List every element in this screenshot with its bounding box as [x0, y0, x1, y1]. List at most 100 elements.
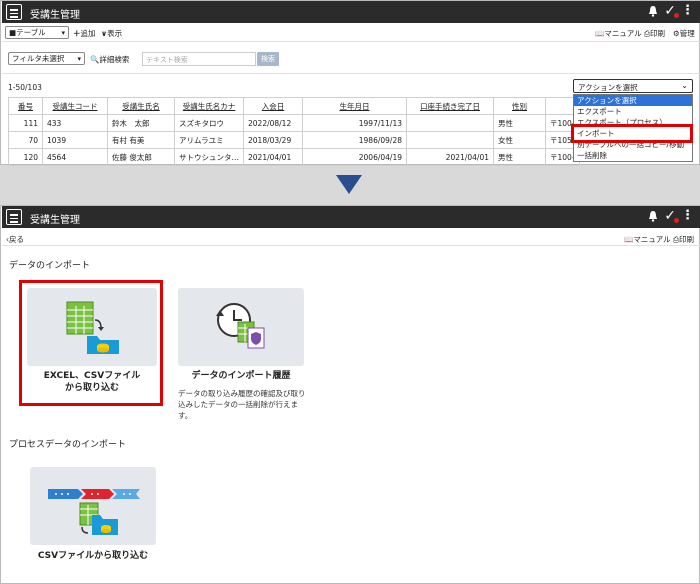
- manual-link[interactable]: 📖マニュアル: [595, 28, 642, 39]
- column-header[interactable]: 性別: [493, 97, 546, 115]
- back-button[interactable]: ‹戻る: [6, 234, 24, 245]
- card-image: [30, 467, 156, 545]
- hamburger-icon[interactable]: [6, 209, 22, 225]
- manual-label: マニュアル: [604, 29, 642, 38]
- advanced-search-label: 詳細検索: [99, 55, 130, 64]
- table-cell: [406, 114, 494, 132]
- records-table: 番号 受講生コード 受講生氏名 受講生氏名カナ 入会日 生年月日 口座手続き完了…: [8, 97, 580, 166]
- add-button[interactable]: ＋追加: [73, 28, 96, 39]
- advanced-search-button[interactable]: 🔍詳細検索: [90, 54, 129, 65]
- show-button[interactable]: ∨表示: [101, 28, 122, 39]
- table-cell: 有村 有美: [107, 131, 175, 149]
- table-cell: スズキタロウ: [174, 114, 244, 132]
- filter-select[interactable]: フィルタ未選択 ▾: [8, 52, 85, 65]
- card-description-line2: 込みしたデータの一括削除が行えま: [178, 400, 298, 409]
- table-cell: 2021/04/01: [406, 148, 494, 166]
- column-header[interactable]: 入会日: [243, 97, 303, 115]
- step-arrow: [336, 175, 362, 194]
- notification-dot: [674, 218, 679, 223]
- csv-process-import-icon: [48, 489, 140, 535]
- app-header: 受講生管理 ✓ ⋮: [2, 1, 700, 23]
- app-title: 受講生管理: [30, 215, 80, 226]
- table-row[interactable]: 111 433 鈴木 太郎 スズキタロウ 2022/08/12 1997/11/…: [8, 114, 580, 132]
- table-cell: 男性: [493, 114, 546, 132]
- table-row[interactable]: 70 1039 有村 有美 アリムラユミ 2018/03/29 1986/09/…: [8, 131, 580, 149]
- chevron-down-icon: ▾: [61, 29, 65, 37]
- print-label: 印刷: [679, 235, 694, 244]
- column-header[interactable]: 番号: [8, 97, 43, 115]
- action-select[interactable]: アクションを選択 ⌄: [573, 79, 693, 93]
- print-link[interactable]: ⎙印刷: [673, 234, 694, 245]
- table-cell: 女性: [493, 131, 546, 149]
- view-select[interactable]: ■テーブル ▾: [5, 26, 69, 39]
- show-label: 表示: [107, 29, 123, 38]
- excel-card-highlight: [19, 280, 163, 406]
- import-panel: 受講生管理 ✓ ⋮ ‹戻る 📖マニュアル ⎙印刷 データのインポート EXCEL…: [0, 205, 700, 584]
- chevron-down-icon: ▾: [77, 55, 81, 63]
- table-cell: 2022/08/12: [243, 114, 303, 132]
- back-label: 戻る: [9, 235, 24, 244]
- table-toolbar: ■テーブル ▾ ＋追加 ∨表示 📖マニュアル ⎙印刷 ⚙管理: [2, 24, 700, 42]
- admin-label: 管理: [679, 29, 695, 38]
- chevron-down-icon: ⌄: [681, 81, 688, 90]
- table-cell: 433: [42, 114, 108, 132]
- kebab-icon[interactable]: ⋮: [681, 208, 694, 224]
- table-cell: 111: [8, 114, 43, 132]
- plus-icon: ＋: [73, 29, 81, 38]
- print-label: 印刷: [650, 29, 665, 38]
- table-cell: 70: [8, 131, 43, 149]
- column-header[interactable]: 口座手続き完了日: [406, 97, 494, 115]
- table-cell: 2006/04/19: [302, 148, 407, 166]
- hamburger-icon[interactable]: [6, 4, 22, 20]
- card-title: データのインポート履歴: [191, 371, 291, 381]
- table-cell: アリムラユミ: [174, 131, 244, 149]
- book-icon: 📖: [595, 29, 605, 38]
- search-placeholder: テキスト検索: [146, 56, 188, 64]
- card-description-line1: データの取り込み履歴の確認及び取り: [178, 389, 306, 398]
- kebab-icon[interactable]: ⋮: [681, 3, 694, 19]
- action-option[interactable]: 一括削除: [574, 150, 692, 161]
- search-input[interactable]: テキスト検索: [142, 52, 256, 66]
- table-cell: 佐藤 俊太郎: [107, 148, 175, 166]
- record-count: 1-50/103: [8, 83, 42, 92]
- notification-dot: [674, 13, 679, 18]
- section-title-import: データのインポート: [9, 261, 91, 271]
- app-title: 受講生管理: [30, 10, 80, 21]
- table-cell: 4564: [42, 148, 108, 166]
- bell-icon[interactable]: [648, 5, 658, 17]
- table-view-panel: 受講生管理 ✓ ⋮ ■テーブル ▾ ＋追加 ∨表示 📖マニュアル ⎙印刷 ⚙管理…: [0, 0, 700, 166]
- column-header[interactable]: 受講生氏名: [107, 97, 175, 115]
- column-header[interactable]: 生年月日: [302, 97, 407, 115]
- action-select-value: アクションを選択: [578, 83, 638, 92]
- view-select-value: ■テーブル: [9, 28, 46, 37]
- action-option[interactable]: アクションを選択: [574, 95, 692, 106]
- column-header[interactable]: 受講生コード: [42, 97, 108, 115]
- table-row[interactable]: 120 4564 佐藤 俊太郎 サトウシュンタ… 2021/04/01 2006…: [8, 148, 580, 166]
- table-cell: 鈴木 太郎: [107, 114, 175, 132]
- table-cell: サトウシュンタ…: [174, 148, 244, 166]
- search-button[interactable]: 検索: [257, 52, 279, 66]
- card-title: CSVファイルから取り込む: [37, 551, 149, 561]
- add-label: 追加: [80, 29, 96, 38]
- table-cell: 2021/04/01: [243, 148, 303, 166]
- gear-icon: ⚙: [673, 29, 680, 38]
- search-icon: 🔍: [90, 55, 100, 64]
- table-cell: 120: [8, 148, 43, 166]
- action-option[interactable]: エクスポート: [574, 106, 692, 117]
- bell-icon[interactable]: [648, 210, 658, 222]
- import-option-highlight: [571, 124, 693, 143]
- table-cell: 1039: [42, 131, 108, 149]
- import-subbar: ‹戻る 📖マニュアル ⎙印刷: [2, 229, 700, 246]
- table-header-row: 番号 受講生コード 受講生氏名 受講生氏名カナ 入会日 生年月日 口座手続き完了…: [8, 97, 580, 115]
- card-image: [178, 288, 304, 366]
- table-cell: [406, 131, 494, 149]
- print-link[interactable]: ⎙印刷: [644, 28, 665, 39]
- admin-link[interactable]: ⚙管理: [673, 28, 695, 39]
- table-cell: 1986/09/28: [302, 131, 407, 149]
- table-cell: 1997/11/13: [302, 114, 407, 132]
- manual-label: マニュアル: [633, 235, 671, 244]
- card-description-line3: す。: [178, 411, 193, 420]
- book-icon: 📖: [624, 235, 634, 244]
- manual-link[interactable]: 📖マニュアル: [624, 234, 671, 245]
- column-header[interactable]: 受講生氏名カナ: [174, 97, 244, 115]
